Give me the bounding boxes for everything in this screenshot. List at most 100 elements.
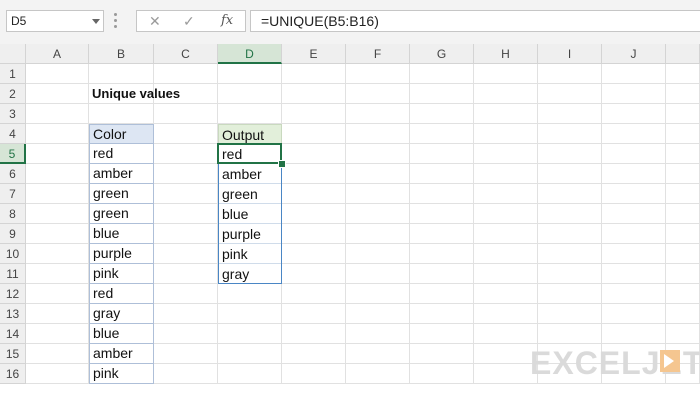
enter-button[interactable]: ✓ — [183, 11, 195, 31]
grid-cell[interactable] — [26, 164, 89, 184]
row-header-10[interactable]: 10 — [0, 244, 26, 264]
color-table-cell[interactable]: pink — [89, 263, 154, 284]
grid-cell[interactable] — [154, 144, 218, 164]
color-table-cell[interactable]: amber — [89, 163, 154, 184]
grid-cell[interactable] — [538, 84, 602, 104]
grid-cell[interactable] — [218, 364, 282, 384]
grid-cell[interactable] — [346, 204, 410, 224]
grid-cell[interactable] — [538, 124, 602, 144]
column-header-g[interactable]: G — [410, 44, 474, 64]
grid-cell[interactable] — [346, 284, 410, 304]
color-table-cell[interactable]: blue — [89, 223, 154, 244]
grid-cell[interactable] — [26, 184, 89, 204]
grid-cell[interactable] — [602, 184, 666, 204]
grid-cell[interactable] — [666, 284, 700, 304]
grid-cell[interactable] — [26, 64, 89, 84]
grid-cell[interactable] — [346, 104, 410, 124]
grid-cell[interactable] — [410, 264, 474, 284]
grid-cell[interactable] — [89, 64, 154, 84]
grid-cell[interactable] — [474, 64, 538, 84]
grid-cell[interactable] — [410, 164, 474, 184]
grid-cell[interactable] — [218, 104, 282, 124]
grid-cell[interactable] — [154, 304, 218, 324]
grid-cell[interactable] — [346, 64, 410, 84]
column-header-d[interactable]: D — [218, 44, 282, 64]
grid-cell[interactable] — [154, 324, 218, 344]
cancel-button[interactable]: ✕ — [149, 11, 161, 31]
grid-cell[interactable] — [282, 304, 346, 324]
grid-cell[interactable] — [666, 324, 700, 344]
insert-function-button[interactable]: fx — [221, 11, 233, 31]
grid-cell[interactable] — [282, 144, 346, 164]
grid-cell[interactable] — [538, 244, 602, 264]
row-header-13[interactable]: 13 — [0, 304, 26, 324]
grid-cell[interactable] — [154, 284, 218, 304]
grid-cell[interactable] — [666, 144, 700, 164]
grid-cell[interactable] — [474, 244, 538, 264]
grid-cell[interactable] — [474, 164, 538, 184]
grid-cell[interactable] — [474, 304, 538, 324]
chevron-down-icon[interactable] — [92, 19, 100, 24]
grid-cell[interactable] — [602, 304, 666, 324]
grid-cell[interactable] — [538, 324, 602, 344]
grid-cell[interactable] — [346, 304, 410, 324]
color-table-cell[interactable]: amber — [89, 343, 154, 364]
column-header-e[interactable]: E — [282, 44, 346, 64]
sheet-title[interactable]: Unique values — [89, 84, 180, 104]
grid-cell[interactable] — [666, 104, 700, 124]
grid-cell[interactable] — [346, 264, 410, 284]
grid-cell[interactable] — [666, 64, 700, 84]
grid-cell[interactable] — [474, 264, 538, 284]
grid-cell[interactable] — [154, 264, 218, 284]
color-table-cell[interactable]: blue — [89, 323, 154, 344]
grid-cell[interactable] — [218, 64, 282, 84]
grid-cell[interactable] — [474, 324, 538, 344]
drag-handle-icon[interactable] — [114, 13, 117, 29]
grid-cell[interactable] — [410, 224, 474, 244]
grid-cell[interactable] — [666, 184, 700, 204]
output-cell[interactable]: pink — [218, 244, 282, 264]
grid-cell[interactable] — [282, 224, 346, 244]
grid-cell[interactable] — [538, 64, 602, 84]
output-cell[interactable]: gray — [218, 264, 282, 284]
grid-cell[interactable] — [282, 364, 346, 384]
grid-cell[interactable] — [474, 144, 538, 164]
grid-cell[interactable] — [346, 224, 410, 244]
grid-cell[interactable] — [666, 264, 700, 284]
name-box[interactable]: D5 — [6, 10, 104, 32]
grid-cell[interactable] — [346, 244, 410, 264]
grid-cell[interactable] — [346, 324, 410, 344]
row-header-9[interactable]: 9 — [0, 224, 26, 244]
grid-cell[interactable] — [218, 304, 282, 324]
color-table-cell[interactable]: gray — [89, 303, 154, 324]
grid-cell[interactable] — [218, 344, 282, 364]
grid-cell[interactable] — [474, 284, 538, 304]
column-header-b[interactable]: B — [89, 44, 154, 64]
row-header-7[interactable]: 7 — [0, 184, 26, 204]
grid-cell[interactable] — [538, 204, 602, 224]
grid-cell[interactable] — [666, 84, 700, 104]
grid-cell[interactable] — [154, 124, 218, 144]
row-header-11[interactable]: 11 — [0, 264, 26, 284]
grid-cell[interactable] — [26, 204, 89, 224]
grid-cell[interactable] — [538, 224, 602, 244]
grid-cell[interactable] — [346, 364, 410, 384]
grid-cell[interactable] — [666, 204, 700, 224]
grid-cell[interactable] — [154, 204, 218, 224]
grid-cell[interactable] — [26, 304, 89, 324]
grid-cell[interactable] — [346, 84, 410, 104]
grid-cell[interactable] — [410, 184, 474, 204]
row-header-12[interactable]: 12 — [0, 284, 26, 304]
grid-cell[interactable] — [26, 264, 89, 284]
formula-input[interactable]: =UNIQUE(B5:B16) — [250, 10, 700, 32]
grid-cell[interactable] — [602, 264, 666, 284]
grid-cell[interactable] — [538, 304, 602, 324]
grid-cell[interactable] — [602, 224, 666, 244]
grid-cell[interactable] — [26, 284, 89, 304]
grid-cell[interactable] — [410, 304, 474, 324]
grid-cell[interactable] — [410, 84, 474, 104]
grid-cell[interactable] — [666, 124, 700, 144]
grid-cell[interactable] — [26, 344, 89, 364]
grid-cell[interactable] — [602, 64, 666, 84]
grid-cell[interactable] — [26, 244, 89, 264]
